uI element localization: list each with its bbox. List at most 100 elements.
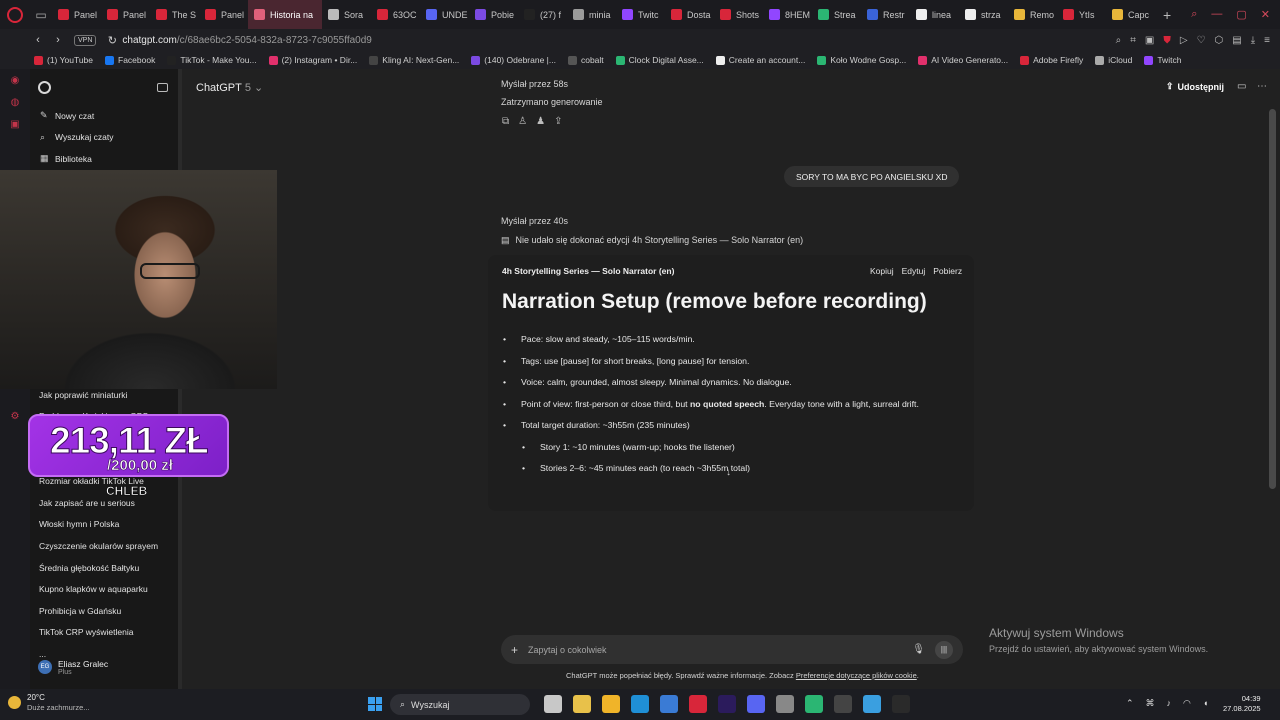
- voice-mode-button[interactable]: |||: [935, 640, 953, 659]
- clock[interactable]: 04:39 27.08.2025: [1223, 694, 1261, 714]
- browser-tab[interactable]: linea: [910, 0, 959, 29]
- forward-button[interactable]: ›: [48, 34, 68, 46]
- browser-tab[interactable]: 8HEM: [763, 0, 812, 29]
- browser-tab[interactable]: (27) f: [518, 0, 567, 29]
- start-button[interactable]: [368, 697, 382, 711]
- browser-tab[interactable]: Restr: [861, 0, 910, 29]
- browser-tab[interactable]: Dosta: [665, 0, 714, 29]
- chat-history-item[interactable]: Włoski hymn i Polska: [30, 514, 182, 536]
- wifi-icon[interactable]: ◠: [1183, 698, 1191, 709]
- bookmark-item[interactable]: Create an account...: [715, 55, 805, 65]
- browser-tab[interactable]: Sora: [322, 0, 371, 29]
- download-button[interactable]: Pobierz: [933, 266, 962, 276]
- chat-history-item[interactable]: Czyszczenie okularów sprayem: [30, 535, 182, 557]
- taskbar-app-icon[interactable]: [863, 695, 881, 713]
- bookmark-item[interactable]: (140) Odebrane |...: [471, 55, 556, 65]
- browser-tab[interactable]: UNDE: [420, 0, 469, 29]
- zoom-icon[interactable]: ⌕: [1116, 35, 1122, 46]
- bookmark-item[interactable]: Clock Digital Asse...: [615, 55, 704, 65]
- microphone-tray-icon[interactable]: ♪: [1167, 698, 1172, 709]
- adblock-icon[interactable]: ⛊: [1163, 35, 1171, 46]
- maximize-button[interactable]: ▢: [1236, 8, 1246, 21]
- taskbar-app-icon[interactable]: [689, 695, 707, 713]
- library-button[interactable]: ▦ Biblioteka: [30, 148, 182, 170]
- chat-history-item[interactable]: Kupno klapków w aquaparku: [30, 578, 182, 600]
- wallet-icon[interactable]: ▤: [1232, 35, 1241, 46]
- thinking-time-2[interactable]: Myślał przez 40s: [501, 216, 568, 226]
- more-options-icon[interactable]: ⋯: [1257, 81, 1267, 92]
- url-field[interactable]: chatgpt.com/c/68ae6bc2-5054-832a-8723-7c…: [122, 35, 371, 46]
- bookmark-item[interactable]: (2) Instagram • Dir...: [268, 55, 357, 65]
- taskbar-app-icon[interactable]: [747, 695, 765, 713]
- bookmark-item[interactable]: AI Video Generato...: [918, 55, 1008, 65]
- snapshot-icon[interactable]: ⌗: [1130, 35, 1136, 46]
- thumbs-down-icon[interactable]: ♟: [536, 116, 545, 127]
- bookmark-item[interactable]: iCloud: [1095, 55, 1132, 65]
- copy-icon[interactable]: ⧉: [502, 116, 509, 127]
- taskbar-app-icon[interactable]: [544, 695, 562, 713]
- network-icon[interactable]: ⌘: [1146, 698, 1155, 709]
- reload-button[interactable]: ↻: [102, 34, 122, 47]
- browser-tab[interactable]: Remo: [1008, 0, 1057, 29]
- bookmark-item[interactable]: Facebook: [105, 55, 155, 65]
- chat-history-item[interactable]: Średnia głębokość Bałtyku: [30, 557, 182, 579]
- taskbar-app-icon[interactable]: [718, 695, 736, 713]
- browser-tab[interactable]: Panel: [199, 0, 248, 29]
- menu-icon[interactable]: ≡: [1264, 35, 1270, 46]
- cookie-preferences-link[interactable]: Preferencje dotyczące plików cookie: [796, 671, 917, 680]
- extensions-icon[interactable]: ⬡: [1215, 35, 1224, 46]
- settings-icon[interactable]: ⚙: [0, 405, 30, 427]
- browser-tab[interactable]: 63OC: [371, 0, 420, 29]
- bookmark-item[interactable]: Twitch: [1144, 55, 1181, 65]
- taskbar-app-icon[interactable]: [776, 695, 794, 713]
- search-tabs-icon[interactable]: ⌕: [1191, 8, 1197, 21]
- canvas-toggle-icon[interactable]: ▭: [1237, 81, 1246, 92]
- thinking-time-1[interactable]: Myślał przez 58s: [501, 79, 568, 89]
- browser-tab[interactable]: Panel: [101, 0, 150, 29]
- taskbar-app-icon[interactable]: [573, 695, 591, 713]
- opera-logo-icon[interactable]: [0, 0, 30, 29]
- chat-history-item[interactable]: TikTok CRP wyświetlenia: [30, 622, 182, 644]
- model-selector[interactable]: ChatGPT 5 ⌄: [196, 81, 263, 95]
- instagram-icon[interactable]: ▣: [0, 113, 30, 135]
- gamepad-icon[interactable]: ▭: [30, 8, 52, 22]
- taskbar-app-icon[interactable]: [631, 695, 649, 713]
- scroll-down-arrow-icon[interactable]: ↓: [726, 467, 731, 478]
- minimize-button[interactable]: —: [1211, 8, 1222, 21]
- taskbar-app-icon[interactable]: [660, 695, 678, 713]
- close-window-button[interactable]: ✕: [1261, 8, 1270, 21]
- download-icon[interactable]: ⤓: [1251, 35, 1255, 46]
- copy-button[interactable]: Kopiuj: [870, 266, 894, 276]
- openai-logo-icon[interactable]: [38, 80, 51, 94]
- browser-tab[interactable]: Shots: [714, 0, 763, 29]
- vpn-badge[interactable]: VPN: [74, 34, 97, 46]
- bookmark-item[interactable]: Kling AI: Next-Gen...: [369, 55, 459, 65]
- new-tab-button[interactable]: +: [1155, 7, 1179, 23]
- bookmark-item[interactable]: (1) YouTube: [34, 55, 93, 65]
- new-chat-button[interactable]: ✎ Nowy czat: [30, 105, 182, 127]
- weather-widget[interactable]: 20°C Duże zachmurze...: [8, 693, 90, 712]
- browser-tab[interactable]: Pobie: [469, 0, 518, 29]
- share-message-icon[interactable]: ⇪: [554, 116, 562, 127]
- bookmark-item[interactable]: Adobe Firefly: [1020, 55, 1083, 65]
- add-attachment-button[interactable]: +: [511, 643, 518, 657]
- thumbs-up-icon[interactable]: ♙: [518, 116, 527, 127]
- chat-history-item[interactable]: Prohibicja w Gdańsku: [30, 600, 182, 622]
- browser-tab[interactable]: Historia na: [248, 0, 322, 29]
- back-button[interactable]: ‹: [28, 34, 48, 46]
- browser-tab[interactable]: minia: [567, 0, 616, 29]
- taskbar-app-icon[interactable]: [805, 695, 823, 713]
- browser-tab[interactable]: Capc: [1106, 0, 1155, 29]
- taskbar-app-icon[interactable]: [834, 695, 852, 713]
- bookmark-heart-icon[interactable]: ♡: [1197, 35, 1206, 46]
- browser-tab[interactable]: YtIs: [1057, 0, 1106, 29]
- taskbar-app-icon[interactable]: [602, 695, 620, 713]
- microphone-icon[interactable]: 🎙: [912, 644, 925, 655]
- edit-button[interactable]: Edytuj: [902, 266, 926, 276]
- bookmark-item[interactable]: Koło Wodne Gosp...: [817, 55, 906, 65]
- bookmark-item[interactable]: cobalt: [567, 55, 604, 65]
- user-profile[interactable]: EG Eliasz Gralec Plus: [30, 653, 182, 681]
- browser-tab[interactable]: Panel: [52, 0, 101, 29]
- bookmark-item[interactable]: TikTok - Make You...: [167, 55, 257, 65]
- player-icon[interactable]: ▷: [1180, 35, 1188, 46]
